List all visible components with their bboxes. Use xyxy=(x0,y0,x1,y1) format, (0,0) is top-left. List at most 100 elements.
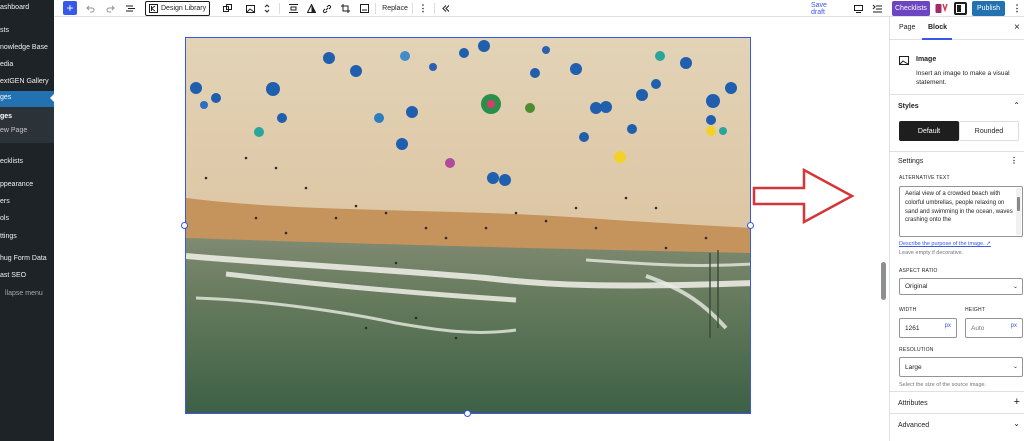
width-input[interactable]: 1261 px xyxy=(899,318,957,338)
save-draft-label: Save draft xyxy=(811,1,827,16)
style-rounded-button[interactable]: Rounded xyxy=(959,121,1019,141)
seo-tool-button[interactable] xyxy=(871,0,883,17)
align-button[interactable] xyxy=(287,0,299,17)
save-draft-button[interactable]: Save draft xyxy=(811,0,841,17)
replace-label: Replace xyxy=(382,5,408,12)
tab-block[interactable]: Block xyxy=(928,24,947,31)
menu-hug-form-data[interactable]: hug Form Data xyxy=(0,253,54,267)
submenu-add-new-page[interactable]: ew Page xyxy=(0,125,54,139)
height-input[interactable]: Auto px xyxy=(965,318,1023,338)
crop-button[interactable] xyxy=(339,0,351,17)
chevron-down-icon: ⌄ xyxy=(1012,284,1018,290)
toolbar-divider xyxy=(412,3,413,14)
menu-nextgen-gallery[interactable]: extGEN Gallery xyxy=(0,76,54,90)
advanced-heading: Advanced xyxy=(898,422,930,429)
menu-settings[interactable]: ttings xyxy=(0,231,54,245)
menu-checklists[interactable]: ecklists xyxy=(0,156,54,170)
resize-handle-bottom[interactable] xyxy=(464,410,471,417)
textarea-scrollbar[interactable] xyxy=(1016,188,1021,235)
menu-checklists-label: ecklists xyxy=(0,158,23,165)
annotation-arrow xyxy=(752,168,855,224)
style-rounded-label: Rounded xyxy=(974,127,1004,135)
collapse-toolbar-button[interactable] xyxy=(440,0,452,17)
aspect-ratio-label: ASPECT RATIO xyxy=(899,268,938,274)
alt-text-textarea[interactable]: Aerial view of a crowded beach with colo… xyxy=(899,186,1023,237)
image-block[interactable] xyxy=(185,37,751,414)
tab-page[interactable]: Page xyxy=(899,24,915,31)
menu-collapse[interactable]: llapse menu xyxy=(0,288,54,302)
document-overview-button[interactable] xyxy=(124,0,136,17)
image-icon xyxy=(245,4,255,13)
toolbar-divider xyxy=(279,3,280,14)
link-button[interactable] xyxy=(321,0,333,17)
yoast-button[interactable] xyxy=(934,2,948,15)
design-library-button[interactable]: Design Library xyxy=(145,1,211,16)
resize-handle-left[interactable] xyxy=(181,222,188,229)
publish-button[interactable]: Publish xyxy=(972,1,1005,16)
menu-users-label: ers xyxy=(0,198,10,205)
menu-dashboard[interactable]: ashboard xyxy=(0,2,54,16)
resolution-value: Large xyxy=(905,363,922,371)
close-icon[interactable]: × xyxy=(1014,22,1020,33)
menu-users[interactable]: ers xyxy=(0,196,54,210)
list-view-icon xyxy=(125,5,135,12)
move-up-down-button[interactable] xyxy=(262,0,272,17)
toolbar-divider xyxy=(434,3,435,14)
menu-media[interactable]: edia xyxy=(0,59,54,73)
block-inserter-button[interactable]: + xyxy=(63,1,77,15)
aspect-ratio-select[interactable]: Original ⌄ xyxy=(899,278,1023,295)
checklists-button[interactable]: Checklists xyxy=(892,1,930,16)
caption-icon xyxy=(359,4,369,13)
menu-posts[interactable]: sts xyxy=(0,25,54,39)
undo-icon xyxy=(85,5,94,12)
textarea-scroll-thumb[interactable] xyxy=(1017,197,1020,211)
image-icon xyxy=(899,56,909,65)
sparkle-list-icon xyxy=(872,4,882,12)
menu-knowledge-base[interactable]: nowledge Base xyxy=(0,42,54,56)
alt-text-value: Aerial view of a crowded beach with colo… xyxy=(905,191,1013,224)
text-overlay-button[interactable] xyxy=(358,0,370,17)
options-menu-button[interactable]: ⋮ xyxy=(1011,0,1023,17)
height-unit[interactable]: px xyxy=(1011,323,1017,329)
image-block-icon-button[interactable] xyxy=(244,0,256,17)
aspect-ratio-value: Original xyxy=(905,283,928,290)
menu-appearance-label: ppearance xyxy=(0,181,34,188)
settings-toggle-button[interactable] xyxy=(954,2,967,15)
menu-yoast-seo[interactable]: ast SEO xyxy=(0,270,54,284)
chevron-up-icon[interactable]: ⌃ xyxy=(1013,101,1020,110)
resolution-select[interactable]: Large ⌄ xyxy=(899,357,1023,377)
transform-icon xyxy=(222,4,232,12)
attributes-heading: Attributes xyxy=(898,400,928,407)
redo-button[interactable] xyxy=(104,0,116,17)
replace-button[interactable]: Replace xyxy=(382,0,408,17)
menu-pages[interactable]: ges xyxy=(0,91,54,107)
undo-button[interactable] xyxy=(84,0,96,17)
more-vertical-icon[interactable]: ⋮ xyxy=(1010,156,1018,165)
menu-appearance[interactable]: ppearance xyxy=(0,179,54,193)
submenu-all-pages-label: ges xyxy=(0,113,13,120)
block-title: Image xyxy=(916,56,937,63)
external-link-icon: ↗ xyxy=(986,241,991,247)
attributes-panel[interactable]: Attributes + xyxy=(890,391,1024,414)
style-default-button[interactable]: Default xyxy=(899,121,959,141)
double-chevron-left-icon xyxy=(442,5,450,12)
block-type-button[interactable] xyxy=(221,0,233,17)
chevron-down-icon: ⌄ xyxy=(1012,364,1018,370)
menu-tools[interactable]: ols xyxy=(0,213,54,227)
alt-text-help-link[interactable]: Describe the purpose of the image. ↗ xyxy=(899,241,991,247)
advanced-panel[interactable]: Advanced ⌄ xyxy=(890,414,1024,441)
settings-heading: Settings xyxy=(898,158,924,165)
block-options-button[interactable]: ⋮ xyxy=(417,0,429,17)
preview-button[interactable] xyxy=(852,0,864,17)
canvas-scrollbar[interactable] xyxy=(881,262,886,300)
duotone-icon xyxy=(306,4,316,13)
admin-sidebar: ashboard sts nowledge Base edia extGEN G… xyxy=(0,0,54,441)
menu-collapse-label: llapse menu xyxy=(5,290,43,297)
width-unit[interactable]: px xyxy=(945,323,951,329)
block-card: Image Insert an image to make a visual s… xyxy=(890,40,1024,95)
submenu-all-pages[interactable]: ges xyxy=(0,111,54,125)
menu-dashboard-label: ashboard xyxy=(0,4,30,11)
duotone-button[interactable] xyxy=(305,0,317,17)
styles-heading: Styles xyxy=(898,103,919,110)
menu-settings-label: ttings xyxy=(0,233,17,240)
